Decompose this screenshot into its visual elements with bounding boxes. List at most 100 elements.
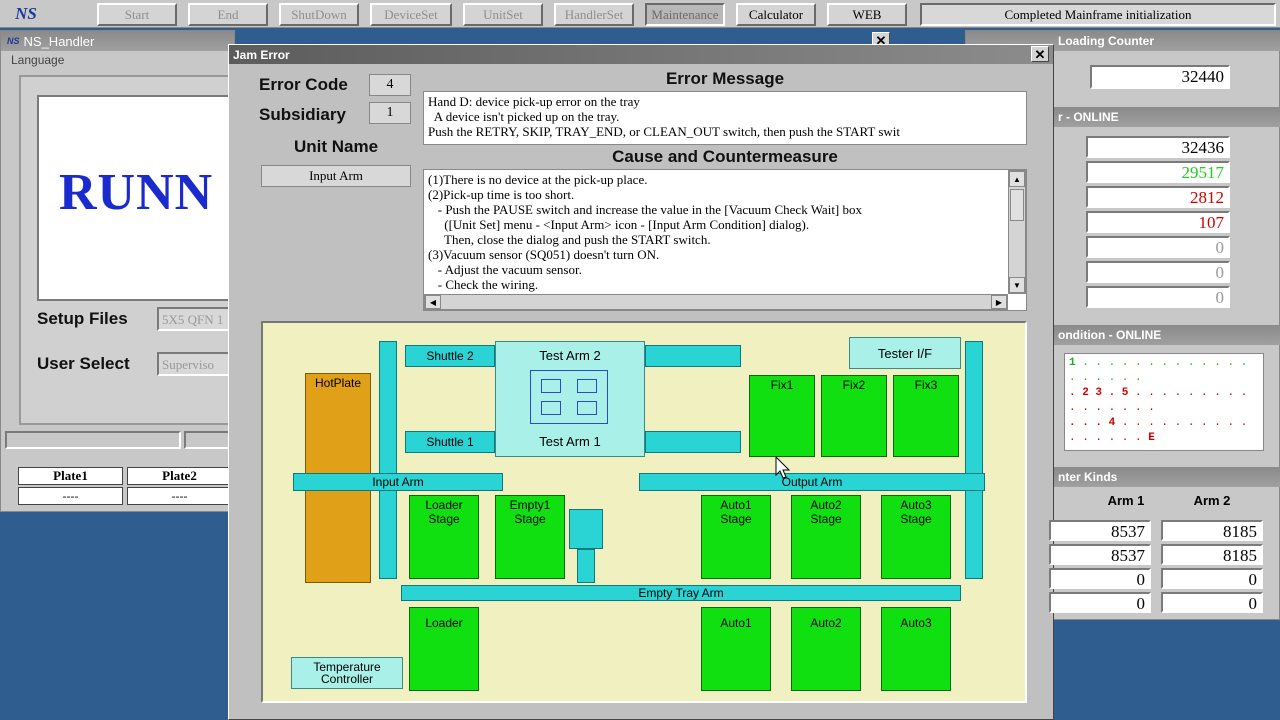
condition-row-4: . . . . . . . . . . . . . . . . . . . . …: [1069, 446, 1259, 450]
condition-map: 1 . . . . . . . . . . . . . . . . . . . …: [1064, 353, 1264, 451]
scroll-left-icon[interactable]: ◀: [425, 295, 441, 309]
cause-box: (1)There is no device at the pick-up pla…: [423, 169, 1027, 311]
run-status-text: RUNN: [59, 164, 214, 221]
user-select-label: User Select: [37, 354, 130, 373]
deviceset-button[interactable]: DeviceSet: [370, 3, 452, 26]
top-toolbar: NS Start End ShutDown DeviceSet UnitSet …: [0, 0, 1280, 28]
language-menu[interactable]: Language: [11, 53, 64, 67]
loading-counter-value: 32440: [1090, 65, 1230, 89]
arm2-header: Arm 2: [1193, 493, 1231, 508]
cause-line: (1)There is no device at the pick-up pla…: [428, 172, 648, 187]
ns-handler-window: NS NS_Handler Language RUNN Setup Files …: [0, 30, 237, 512]
auto3-stage[interactable]: Auto3 Stage: [881, 495, 951, 579]
handlerset-button[interactable]: HandlerSet: [554, 3, 634, 26]
auto1-stage[interactable]: Auto1 Stage: [701, 495, 771, 579]
start-button[interactable]: Start: [97, 3, 177, 26]
fix-3[interactable]: Fix3: [893, 375, 959, 457]
plate2-header: Plate2: [127, 467, 232, 485]
setup-files-field[interactable]: 5X5 QFN 1: [157, 307, 237, 331]
empty-tray-arm[interactable]: Empty Tray Arm: [401, 585, 961, 601]
window-title-bar: NS NS_Handler: [1, 31, 234, 51]
web-button[interactable]: WEB: [827, 3, 907, 26]
arm-2-counter: 0: [1161, 592, 1263, 613]
empty1-stage[interactable]: Empty1 Stage: [495, 495, 565, 579]
jam-error-dialog: Jam Error ✕ Error Code 4 Subsidiary 1 Un…: [228, 44, 1054, 720]
unit-name-value: Input Arm: [261, 165, 411, 187]
plate2-value: ----: [127, 487, 232, 505]
shuttle-1-track: [645, 431, 741, 453]
scroll-thumb[interactable]: [1010, 189, 1024, 221]
empty-tray-lift: [569, 509, 603, 549]
arm-2-counter: 0: [1161, 568, 1263, 589]
right-rail: [965, 341, 983, 579]
dialog-title-bar: Jam Error: [229, 45, 1053, 64]
test-arm-1-label: Test Arm 1: [539, 434, 601, 449]
maintenance-button[interactable]: Maintenance: [645, 3, 725, 26]
shuttle-1[interactable]: Shuttle 1: [405, 431, 495, 453]
shutdown-button[interactable]: ShutDown: [279, 3, 359, 26]
arm-1-counter: 0: [1049, 592, 1151, 613]
arm-2-counter: 8185: [1161, 544, 1263, 565]
arm-1-counter: 8537: [1049, 544, 1151, 565]
handler-layout-map: Shuttle 2 Shuttle 1 Test Arm 2 Test Arm …: [261, 321, 1027, 703]
loader-stage[interactable]: Loader Stage: [409, 495, 479, 579]
vertical-scrollbar[interactable]: ▲ ▼: [1008, 170, 1026, 294]
window-title: NS_Handler: [23, 33, 95, 49]
cause-line: ([Unit Set] menu - <Input Arm> icon - [I…: [428, 217, 810, 232]
online-counter-value: 0: [1086, 236, 1230, 258]
online-counter-value: 29517: [1086, 161, 1230, 183]
tester-if[interactable]: Tester I/F: [849, 337, 961, 369]
input-arm[interactable]: Input Arm: [293, 473, 503, 491]
shuttle-2[interactable]: Shuttle 2: [405, 345, 495, 367]
condition-row-3: . . . 4 . . . . . . . . . . . . . . . . …: [1069, 417, 1248, 444]
arm-2-counter: 8185: [1161, 520, 1263, 541]
online-counter-value: 32436: [1086, 136, 1230, 158]
scroll-down-icon[interactable]: ▼: [1009, 277, 1025, 293]
condition-row-2: . 2 3 . 5 . . . . . . . . . . . . . . . …: [1069, 387, 1248, 414]
loader[interactable]: Loader: [409, 607, 479, 691]
error-message-line-3: Push the RETRY, SKIP, TRAY_END, or CLEAN…: [428, 124, 900, 139]
plate1-value: ----: [18, 487, 123, 505]
test-arm-2-label: Test Arm 2: [539, 348, 601, 363]
plate1-header: Plate1: [18, 467, 123, 485]
scroll-right-icon[interactable]: ▶: [991, 295, 1007, 309]
arm1-header: Arm 1: [1107, 493, 1145, 508]
shuttle-2-track: [645, 345, 741, 367]
subsidiary-value: 1: [369, 102, 411, 124]
output-arm[interactable]: Output Arm: [639, 473, 985, 491]
end-button[interactable]: End: [188, 3, 268, 26]
status-bar: Completed Mainframe initialization: [920, 3, 1276, 26]
unit-name-label: Unit Name: [293, 137, 379, 156]
dialog-title: Jam Error: [233, 47, 290, 62]
user-select-field[interactable]: Superviso: [157, 352, 237, 376]
test-socket: [530, 370, 608, 424]
fix-1[interactable]: Fix1: [749, 375, 815, 457]
horizontal-scrollbar[interactable]: ◀ ▶: [424, 294, 1008, 310]
calculator-button[interactable]: Calculator: [736, 3, 816, 26]
plates-panel: Plate1 Plate2 ---- ----: [1, 457, 234, 511]
cause-text: (1)There is no device at the pick-up pla…: [428, 172, 1008, 294]
auto2-stage[interactable]: Auto2 Stage: [791, 495, 861, 579]
scroll-up-icon[interactable]: ▲: [1009, 171, 1025, 187]
online-counter-value: 0: [1086, 261, 1230, 283]
temperature-controller[interactable]: Temperature Controller: [291, 657, 403, 689]
dialog-close-icon[interactable]: ✕: [1031, 46, 1049, 62]
auto3[interactable]: Auto3: [881, 607, 951, 691]
error-code-value: 4: [369, 74, 411, 96]
cause-line: - Adjust the vacuum sensor.: [428, 262, 582, 277]
auto1[interactable]: Auto1: [701, 607, 771, 691]
test-arm-block[interactable]: Test Arm 2 Test Arm 1: [495, 341, 645, 457]
cause-line: (2)Pick-up time is too short.: [428, 187, 575, 202]
unitset-button[interactable]: UnitSet: [463, 3, 543, 26]
error-message-label: Error Message: [665, 69, 785, 88]
ns-logo: NS: [15, 4, 37, 23]
online-counter-value: 107: [1086, 211, 1230, 233]
left-rail: [379, 341, 397, 579]
cause-line: - Check the wiring.: [428, 277, 539, 292]
error-message-line-2: A device isn't picked up on the tray.: [428, 109, 620, 124]
auto2[interactable]: Auto2: [791, 607, 861, 691]
mouse-cursor-icon: [775, 456, 791, 479]
empty-tray-post: [577, 549, 595, 583]
ns-small-logo: NS: [7, 36, 20, 46]
fix-2[interactable]: Fix2: [821, 375, 887, 457]
